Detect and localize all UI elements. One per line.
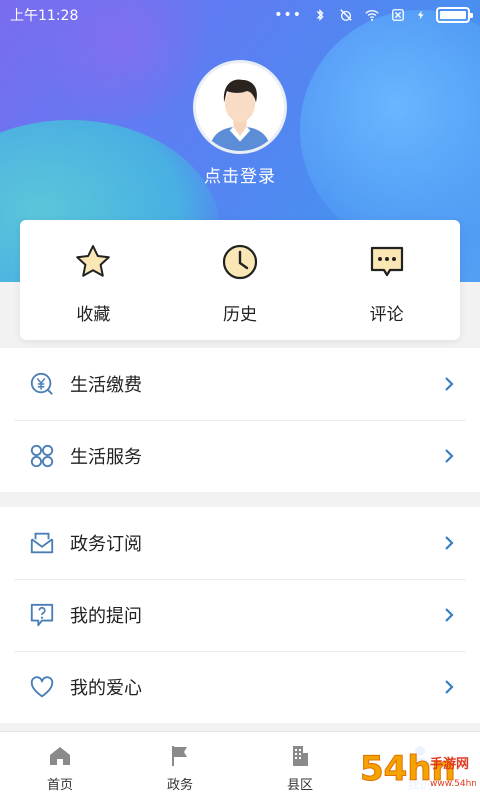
quick-actions-card: 收藏 历史 评论	[20, 220, 460, 340]
star-icon	[76, 245, 111, 277]
login-link[interactable]: 点击登录	[0, 162, 480, 187]
menu-item-label: 我的提问	[70, 606, 142, 627]
question-icon	[28, 601, 56, 629]
chevron-right-icon	[445, 680, 454, 694]
quick-action-label: 评论	[369, 305, 404, 325]
tab-label: 政务	[166, 778, 193, 793]
menu-item-label: 政务订阅	[70, 534, 142, 555]
chevron-right-icon	[445, 536, 454, 550]
quick-action-label: 历史	[223, 305, 257, 325]
status-time: 上午11:28	[10, 8, 79, 24]
menu-section-life: 生活缴费 生活服务	[0, 348, 480, 492]
avatar[interactable]	[193, 60, 287, 154]
menu-item-my-charity[interactable]: 我的爱心	[0, 651, 480, 723]
menu-item-gov-subscription[interactable]: 政务订阅	[0, 507, 480, 579]
svg-text:www.54hn.cn: www.54hn.cn	[430, 779, 476, 789]
status-bar: 上午11:28 •••	[0, 0, 480, 30]
services-icon	[28, 442, 56, 470]
menu-item-my-questions[interactable]: 我的提问	[0, 579, 480, 651]
clock-icon	[222, 244, 258, 280]
quick-action-history[interactable]: 历史	[167, 220, 314, 340]
more-dots-icon: •••	[274, 7, 302, 23]
charging-icon	[417, 10, 424, 20]
comment-icon	[370, 246, 403, 277]
quick-action-comments[interactable]: 评论	[313, 220, 460, 340]
avatar-person-icon	[209, 79, 271, 151]
chevron-right-icon	[445, 449, 454, 463]
chevron-right-icon	[445, 608, 454, 622]
tab-government[interactable]: 政务	[120, 732, 240, 800]
quick-action-favorites[interactable]: 收藏	[20, 220, 167, 340]
menu-item-label: 生活服务	[70, 447, 142, 468]
battery-icon	[436, 7, 473, 23]
menu-item-life-payment[interactable]: 生活缴费	[0, 348, 480, 420]
chevron-right-icon	[445, 377, 454, 391]
menu-item-label: 生活缴费	[70, 375, 142, 396]
sim-off-icon	[392, 9, 404, 21]
menu-item-life-services[interactable]: 生活服务	[0, 420, 480, 492]
svg-text:手游网: 手游网	[430, 756, 469, 772]
alarm-off-icon	[340, 9, 352, 21]
header-decoration	[300, 10, 480, 250]
home-icon	[50, 747, 70, 765]
yuan-payment-icon	[28, 370, 56, 398]
building-icon	[293, 746, 308, 766]
tab-label: 首页	[46, 778, 73, 793]
subscribe-inbox-icon	[28, 529, 56, 557]
menu-section-personal: 政务订阅 我的提问 我的爱心	[0, 507, 480, 723]
menu-item-label: 我的爱心	[70, 678, 142, 699]
watermark-logo: 54hn 手游网 www.54hn.cn	[356, 744, 476, 794]
flag-icon	[172, 746, 187, 766]
tab-label: 县区	[286, 778, 313, 793]
bluetooth-icon	[316, 9, 324, 21]
tab-home[interactable]: 首页	[0, 732, 120, 800]
wifi-icon	[365, 10, 379, 21]
quick-action-label: 收藏	[76, 305, 111, 325]
heart-icon	[28, 673, 56, 701]
